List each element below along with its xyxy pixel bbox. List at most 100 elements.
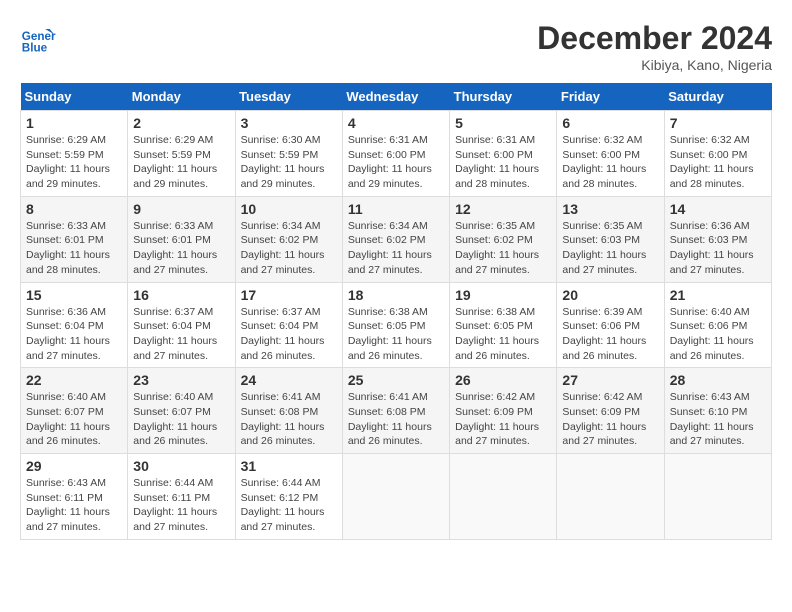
calendar-cell: 3 Sunrise: 6:30 AMSunset: 5:59 PMDaylight… xyxy=(235,111,342,197)
title-area: December 2024 Kibiya, Kano, Nigeria xyxy=(537,20,772,73)
day-number: 23 xyxy=(133,372,229,388)
day-number: 5 xyxy=(455,115,551,131)
day-info: Sunrise: 6:36 AMSunset: 6:04 PMDaylight:… xyxy=(26,305,122,364)
logo: General Blue xyxy=(20,20,60,56)
day-info: Sunrise: 6:42 AMSunset: 6:09 PMDaylight:… xyxy=(562,390,658,449)
week-row-2: 8Sunrise: 6:33 AMSunset: 6:01 PMDaylight… xyxy=(21,196,772,282)
calendar-cell xyxy=(342,454,449,540)
day-number: 14 xyxy=(670,201,766,217)
calendar-cell: 19 Sunrise: 6:38 AMSunset: 6:05 PMDayligh… xyxy=(450,282,557,368)
location-label: Kibiya, Kano, Nigeria xyxy=(537,57,772,73)
day-number: 22 xyxy=(26,372,122,388)
day-info: Sunrise: 6:36 AMSunset: 6:03 PMDaylight:… xyxy=(670,219,766,278)
calendar-cell: 14 Sunrise: 6:36 AMSunset: 6:03 PMDayligh… xyxy=(664,196,771,282)
calendar-cell: 15Sunrise: 6:36 AMSunset: 6:04 PMDayligh… xyxy=(21,282,128,368)
day-info: Sunrise: 6:38 AMSunset: 6:05 PMDaylight:… xyxy=(455,305,551,364)
month-title: December 2024 xyxy=(537,20,772,57)
weekday-header-friday: Friday xyxy=(557,83,664,111)
day-info: Sunrise: 6:32 AMSunset: 6:00 PMDaylight:… xyxy=(670,133,766,192)
day-number: 17 xyxy=(241,287,337,303)
day-info: Sunrise: 6:41 AMSunset: 6:08 PMDaylight:… xyxy=(241,390,337,449)
day-number: 26 xyxy=(455,372,551,388)
day-info: Sunrise: 6:42 AMSunset: 6:09 PMDaylight:… xyxy=(455,390,551,449)
weekday-header-thursday: Thursday xyxy=(450,83,557,111)
week-row-1: 1 Sunrise: 6:29 AMSunset: 5:59 PMDaylight… xyxy=(21,111,772,197)
week-row-5: 29 Sunrise: 6:43 AMSunset: 6:11 PMDayligh… xyxy=(21,454,772,540)
calendar-cell: 4 Sunrise: 6:31 AMSunset: 6:00 PMDaylight… xyxy=(342,111,449,197)
calendar-cell: 20Sunrise: 6:39 AMSunset: 6:06 PMDayligh… xyxy=(557,282,664,368)
day-info: Sunrise: 6:40 AMSunset: 6:07 PMDaylight:… xyxy=(133,390,229,449)
calendar-cell: 22Sunrise: 6:40 AMSunset: 6:07 PMDayligh… xyxy=(21,368,128,454)
calendar-cell xyxy=(557,454,664,540)
day-info: Sunrise: 6:33 AMSunset: 6:01 PMDaylight:… xyxy=(26,219,122,278)
day-info: Sunrise: 6:35 AMSunset: 6:02 PMDaylight:… xyxy=(455,219,551,278)
day-info: Sunrise: 6:32 AMSunset: 6:00 PMDaylight:… xyxy=(562,133,658,192)
day-info: Sunrise: 6:37 AMSunset: 6:04 PMDaylight:… xyxy=(241,305,337,364)
day-info: Sunrise: 6:44 AMSunset: 6:11 PMDaylight:… xyxy=(133,476,229,535)
day-number: 18 xyxy=(348,287,444,303)
calendar-cell: 31 Sunrise: 6:44 AMSunset: 6:12 PMDayligh… xyxy=(235,454,342,540)
calendar-cell xyxy=(450,454,557,540)
calendar-table: SundayMondayTuesdayWednesdayThursdayFrid… xyxy=(20,83,772,540)
calendar-cell: 26 Sunrise: 6:42 AMSunset: 6:09 PMDayligh… xyxy=(450,368,557,454)
day-number: 21 xyxy=(670,287,766,303)
day-info: Sunrise: 6:31 AMSunset: 6:00 PMDaylight:… xyxy=(348,133,444,192)
calendar-cell: 16Sunrise: 6:37 AMSunset: 6:04 PMDayligh… xyxy=(128,282,235,368)
calendar-cell: 2 Sunrise: 6:29 AMSunset: 5:59 PMDaylight… xyxy=(128,111,235,197)
logo-icon: General Blue xyxy=(20,20,56,56)
day-number: 2 xyxy=(133,115,229,131)
calendar-cell: 11Sunrise: 6:34 AMSunset: 6:02 PMDayligh… xyxy=(342,196,449,282)
day-info: Sunrise: 6:29 AMSunset: 5:59 PMDaylight:… xyxy=(26,133,122,192)
day-info: Sunrise: 6:40 AMSunset: 6:06 PMDaylight:… xyxy=(670,305,766,364)
calendar-cell: 29 Sunrise: 6:43 AMSunset: 6:11 PMDayligh… xyxy=(21,454,128,540)
calendar-cell: 7 Sunrise: 6:32 AMSunset: 6:00 PMDaylight… xyxy=(664,111,771,197)
day-info: Sunrise: 6:44 AMSunset: 6:12 PMDaylight:… xyxy=(241,476,337,535)
svg-text:Blue: Blue xyxy=(22,42,48,55)
calendar-cell: 28 Sunrise: 6:43 AMSunset: 6:10 PMDayligh… xyxy=(664,368,771,454)
calendar-cell: 21 Sunrise: 6:40 AMSunset: 6:06 PMDayligh… xyxy=(664,282,771,368)
day-number: 31 xyxy=(241,458,337,474)
calendar-cell: 1 Sunrise: 6:29 AMSunset: 5:59 PMDaylight… xyxy=(21,111,128,197)
calendar-cell: 18Sunrise: 6:38 AMSunset: 6:05 PMDayligh… xyxy=(342,282,449,368)
calendar-cell: 17 Sunrise: 6:37 AMSunset: 6:04 PMDayligh… xyxy=(235,282,342,368)
day-number: 29 xyxy=(26,458,122,474)
weekday-header-monday: Monday xyxy=(128,83,235,111)
day-number: 10 xyxy=(241,201,337,217)
day-number: 3 xyxy=(241,115,337,131)
day-info: Sunrise: 6:43 AMSunset: 6:10 PMDaylight:… xyxy=(670,390,766,449)
day-number: 28 xyxy=(670,372,766,388)
calendar-cell: 25Sunrise: 6:41 AMSunset: 6:08 PMDayligh… xyxy=(342,368,449,454)
day-number: 9 xyxy=(133,201,229,217)
week-row-3: 15Sunrise: 6:36 AMSunset: 6:04 PMDayligh… xyxy=(21,282,772,368)
calendar-cell: 10 Sunrise: 6:34 AMSunset: 6:02 PMDayligh… xyxy=(235,196,342,282)
day-number: 24 xyxy=(241,372,337,388)
day-info: Sunrise: 6:29 AMSunset: 5:59 PMDaylight:… xyxy=(133,133,229,192)
calendar-cell: 24 Sunrise: 6:41 AMSunset: 6:08 PMDayligh… xyxy=(235,368,342,454)
day-number: 1 xyxy=(26,115,122,131)
weekday-header-row: SundayMondayTuesdayWednesdayThursdayFrid… xyxy=(21,83,772,111)
day-info: Sunrise: 6:30 AMSunset: 5:59 PMDaylight:… xyxy=(241,133,337,192)
day-info: Sunrise: 6:43 AMSunset: 6:11 PMDaylight:… xyxy=(26,476,122,535)
calendar-cell: 12 Sunrise: 6:35 AMSunset: 6:02 PMDayligh… xyxy=(450,196,557,282)
calendar-cell: 5Sunrise: 6:31 AMSunset: 6:00 PMDaylight… xyxy=(450,111,557,197)
day-number: 19 xyxy=(455,287,551,303)
calendar-cell: 6Sunrise: 6:32 AMSunset: 6:00 PMDaylight… xyxy=(557,111,664,197)
day-number: 30 xyxy=(133,458,229,474)
day-info: Sunrise: 6:35 AMSunset: 6:03 PMDaylight:… xyxy=(562,219,658,278)
day-info: Sunrise: 6:34 AMSunset: 6:02 PMDaylight:… xyxy=(348,219,444,278)
calendar-cell: 9 Sunrise: 6:33 AMSunset: 6:01 PMDaylight… xyxy=(128,196,235,282)
calendar-cell: 8Sunrise: 6:33 AMSunset: 6:01 PMDaylight… xyxy=(21,196,128,282)
day-number: 12 xyxy=(455,201,551,217)
day-number: 7 xyxy=(670,115,766,131)
calendar-cell: 30 Sunrise: 6:44 AMSunset: 6:11 PMDayligh… xyxy=(128,454,235,540)
day-number: 27 xyxy=(562,372,658,388)
day-info: Sunrise: 6:39 AMSunset: 6:06 PMDaylight:… xyxy=(562,305,658,364)
day-info: Sunrise: 6:34 AMSunset: 6:02 PMDaylight:… xyxy=(241,219,337,278)
day-number: 25 xyxy=(348,372,444,388)
day-number: 4 xyxy=(348,115,444,131)
day-info: Sunrise: 6:33 AMSunset: 6:01 PMDaylight:… xyxy=(133,219,229,278)
calendar-cell: 13Sunrise: 6:35 AMSunset: 6:03 PMDayligh… xyxy=(557,196,664,282)
day-number: 16 xyxy=(133,287,229,303)
calendar-cell xyxy=(664,454,771,540)
calendar-cell: 27 Sunrise: 6:42 AMSunset: 6:09 PMDayligh… xyxy=(557,368,664,454)
